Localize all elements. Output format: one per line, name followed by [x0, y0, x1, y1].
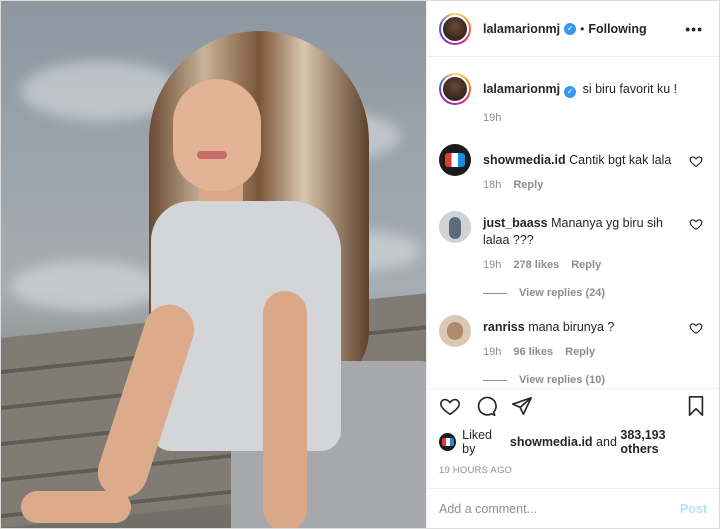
- comment-likes[interactable]: 96 likes: [513, 346, 553, 358]
- view-replies-label[interactable]: View replies (24): [519, 287, 605, 299]
- comment-username[interactable]: ranriss: [483, 320, 525, 334]
- liker-avatar[interactable]: [439, 433, 457, 451]
- more-horizontal-icon[interactable]: •••: [685, 21, 703, 37]
- add-comment-bar: Post: [427, 488, 719, 528]
- caption-username[interactable]: lalamarionmj: [483, 82, 560, 96]
- right-arm: [263, 291, 307, 528]
- comment-time: 18h: [483, 179, 502, 191]
- author-avatar[interactable]: [439, 73, 471, 105]
- share-send-icon[interactable]: [511, 395, 533, 417]
- liked-by-joiner: and: [596, 435, 617, 449]
- comment-time: 19h: [483, 346, 502, 358]
- author-username[interactable]: lalamarionmj: [483, 22, 560, 36]
- post-header: lalamarionmj ✓ • Following •••: [427, 1, 719, 57]
- heart-icon[interactable]: [689, 154, 703, 168]
- reply-button[interactable]: Reply: [565, 346, 595, 358]
- comment-likes[interactable]: 278 likes: [513, 259, 559, 271]
- post-comment-button[interactable]: Post: [680, 502, 707, 516]
- comment-bubble-icon[interactable]: [475, 395, 497, 417]
- left-hand: [21, 491, 131, 523]
- caption: lalamarionmj ✓ si biru favorit ku ! 19h: [439, 73, 703, 124]
- comment: ranriss mana birunya ? 19h 96 likes Repl…: [439, 315, 703, 386]
- commenter-avatar[interactable]: [439, 315, 471, 347]
- reply-button[interactable]: Reply: [513, 179, 543, 191]
- comment-username[interactable]: just_baass: [483, 216, 548, 230]
- comments-list[interactable]: lalamarionmj ✓ si biru favorit ku ! 19h s…: [427, 57, 719, 388]
- post-actions: [427, 388, 719, 422]
- view-replies[interactable]: View replies (24): [483, 287, 685, 299]
- likes-summary: Liked by showmedia.id and 383,193 others: [427, 422, 719, 456]
- post-timestamp[interactable]: 19 HOURS AGO: [427, 456, 719, 476]
- view-replies[interactable]: View replies (10): [483, 374, 685, 386]
- face: [173, 79, 261, 191]
- comment-text: Cantik bgt kak lala: [569, 153, 672, 167]
- liker-username[interactable]: showmedia.id: [510, 435, 593, 449]
- lips: [197, 151, 227, 159]
- liked-by-prefix: Liked by: [462, 428, 493, 456]
- instagram-post-modal: lalamarionmj ✓ • Following ••• lalamario…: [0, 0, 720, 529]
- bookmark-icon[interactable]: [685, 395, 707, 417]
- post-photo[interactable]: [1, 1, 426, 528]
- post-side-panel: lalamarionmj ✓ • Following ••• lalamario…: [426, 1, 719, 528]
- cloud: [11, 261, 161, 311]
- comment-time: 19h: [483, 259, 502, 271]
- commenter-avatar[interactable]: [439, 144, 471, 176]
- view-replies-label[interactable]: View replies (10): [519, 374, 605, 386]
- separator: •: [580, 21, 585, 36]
- caption-text: si biru favorit ku !: [582, 82, 678, 96]
- verified-badge-icon: ✓: [564, 86, 577, 98]
- divider: [483, 292, 507, 294]
- caption-time: 19h: [483, 112, 502, 124]
- likes-others[interactable]: 383,193 others: [620, 428, 703, 456]
- like-heart-icon[interactable]: [439, 395, 461, 417]
- author-avatar[interactable]: [439, 12, 471, 45]
- heart-icon[interactable]: [689, 217, 703, 231]
- commenter-avatar[interactable]: [439, 211, 471, 243]
- following-button[interactable]: Following: [588, 22, 646, 36]
- comment-text: mana birunya ?: [528, 320, 615, 334]
- comment-username[interactable]: showmedia.id: [483, 153, 566, 167]
- heart-icon[interactable]: [689, 321, 703, 335]
- comment: just_baass Mananya yg biru sih lalaa ???…: [439, 211, 703, 299]
- comment: showmedia.id Cantik bgt kak lala 18h Rep…: [439, 144, 703, 191]
- reply-button[interactable]: Reply: [571, 259, 601, 271]
- add-comment-input[interactable]: [439, 501, 680, 516]
- verified-badge-icon: ✓: [564, 22, 577, 35]
- divider: [483, 379, 507, 381]
